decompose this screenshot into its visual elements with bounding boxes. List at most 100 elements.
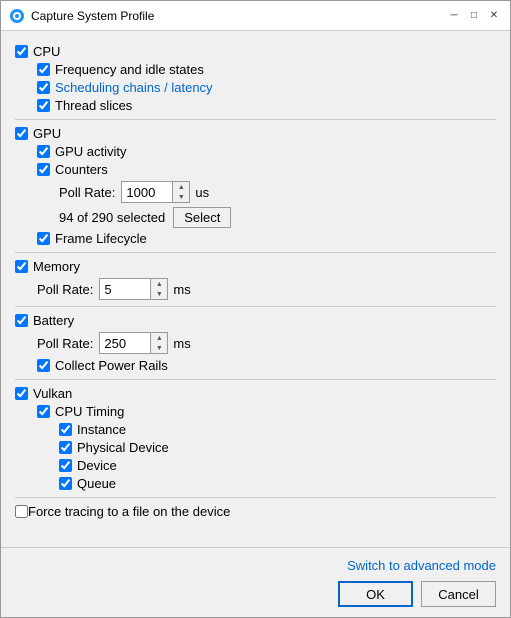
battery-poll-rate-label: Poll Rate: <box>37 336 93 351</box>
memory-poll-rate-down[interactable]: ▼ <box>151 289 167 299</box>
memory-section: Memory Poll Rate: ▲ ▼ ms <box>15 259 496 300</box>
vulkan-device-checkbox[interactable] <box>59 459 72 472</box>
footer-buttons: OK Cancel <box>15 581 496 607</box>
vulkan-cpu-timing-row: CPU Timing <box>37 404 496 419</box>
battery-power-label[interactable]: Collect Power Rails <box>55 358 168 373</box>
vulkan-phys-device-row: Physical Device <box>59 440 496 455</box>
memory-poll-rate-label: Poll Rate: <box>37 282 93 297</box>
cpu-children: Frequency and idle states Scheduling cha… <box>15 62 496 113</box>
gpu-poll-rate-input[interactable] <box>122 182 172 202</box>
cpu-checkbox[interactable] <box>15 45 28 58</box>
vulkan-cpu-timing-children: Instance Physical Device Device Queue <box>37 422 496 491</box>
memory-poll-rate-unit: ms <box>173 282 190 297</box>
gpu-frame-checkbox[interactable] <box>37 232 50 245</box>
gpu-section: GPU GPU activity Counters Poll Rate: <box>15 126 496 246</box>
content-area: CPU Frequency and idle states Scheduling… <box>1 31 510 547</box>
vulkan-cpu-timing-checkbox[interactable] <box>37 405 50 418</box>
gpu-activity-label[interactable]: GPU activity <box>55 144 127 159</box>
close-button[interactable]: ✕ <box>486 8 502 24</box>
battery-poll-rate-unit: ms <box>173 336 190 351</box>
vulkan-label[interactable]: Vulkan <box>33 386 72 401</box>
cpu-label[interactable]: CPU <box>33 44 60 59</box>
cpu-freq-checkbox[interactable] <box>37 63 50 76</box>
battery-poll-rate-row: Poll Rate: ▲ ▼ ms <box>37 332 496 354</box>
cpu-thread-row: Thread slices <box>37 98 496 113</box>
gpu-label[interactable]: GPU <box>33 126 61 141</box>
vulkan-instance-label[interactable]: Instance <box>77 422 126 437</box>
gpu-counters-checkbox[interactable] <box>37 163 50 176</box>
gpu-select-info-row: 94 of 290 selected Select <box>59 207 496 228</box>
gpu-frame-lifecycle-row: Frame Lifecycle <box>37 231 496 246</box>
battery-poll-rate-up[interactable]: ▲ <box>151 333 167 343</box>
switch-advanced-link[interactable]: Switch to advanced mode <box>347 558 496 573</box>
battery-label[interactable]: Battery <box>33 313 74 328</box>
memory-poll-rate-row: Poll Rate: ▲ ▼ ms <box>37 278 496 300</box>
gpu-poll-rate-arrows: ▲ ▼ <box>172 182 189 202</box>
gpu-activity-checkbox[interactable] <box>37 145 50 158</box>
gpu-children: GPU activity Counters Poll Rate: ▲ ▼ <box>15 144 496 246</box>
vulkan-instance-row: Instance <box>59 422 496 437</box>
window-title: Capture System Profile <box>31 9 446 23</box>
gpu-frame-label[interactable]: Frame Lifecycle <box>55 231 147 246</box>
minimize-button[interactable]: ─ <box>446 8 462 24</box>
vulkan-device-label[interactable]: Device <box>77 458 117 473</box>
vulkan-queue-checkbox[interactable] <box>59 477 72 490</box>
memory-poll-rate-container: Poll Rate: ▲ ▼ ms <box>15 278 496 300</box>
battery-checkbox-row: Battery <box>15 313 496 328</box>
footer-link-row: Switch to advanced mode <box>15 558 496 573</box>
vulkan-checkbox-row: Vulkan <box>15 386 496 401</box>
memory-label[interactable]: Memory <box>33 259 80 274</box>
main-window: Capture System Profile ─ □ ✕ CPU Frequen… <box>0 0 511 618</box>
force-tracing-row: Force tracing to a file on the device <box>15 504 496 519</box>
memory-poll-rate-up[interactable]: ▲ <box>151 279 167 289</box>
battery-poll-rate-down[interactable]: ▼ <box>151 343 167 353</box>
vulkan-cpu-timing-label[interactable]: CPU Timing <box>55 404 124 419</box>
force-tracing-checkbox[interactable] <box>15 505 28 518</box>
gpu-poll-rate-unit: us <box>195 185 209 200</box>
vulkan-device-row: Device <box>59 458 496 473</box>
gpu-counters-details: Poll Rate: ▲ ▼ us 94 of 290 selected Se <box>37 181 496 228</box>
gpu-poll-rate-row: Poll Rate: ▲ ▼ us <box>59 181 496 203</box>
vulkan-queue-label[interactable]: Queue <box>77 476 116 491</box>
gpu-checkbox-row: GPU <box>15 126 496 141</box>
footer: Switch to advanced mode OK Cancel <box>1 547 510 617</box>
vulkan-phys-device-label[interactable]: Physical Device <box>77 440 169 455</box>
gpu-poll-rate-up[interactable]: ▲ <box>173 182 189 192</box>
cpu-checkbox-row: CPU <box>15 44 496 59</box>
gpu-poll-rate-label: Poll Rate: <box>59 185 115 200</box>
memory-poll-rate-input[interactable] <box>100 279 150 299</box>
gpu-select-button[interactable]: Select <box>173 207 231 228</box>
battery-power-checkbox[interactable] <box>37 359 50 372</box>
vulkan-section: Vulkan CPU Timing Instance Physical Devi… <box>15 386 496 491</box>
battery-poll-rate-input[interactable] <box>100 333 150 353</box>
vulkan-queue-row: Queue <box>59 476 496 491</box>
battery-poll-rate-spinbox: ▲ ▼ <box>99 332 168 354</box>
cancel-button[interactable]: Cancel <box>421 581 496 607</box>
cpu-thread-checkbox[interactable] <box>37 99 50 112</box>
gpu-checkbox[interactable] <box>15 127 28 140</box>
cpu-freq-label[interactable]: Frequency and idle states <box>55 62 204 77</box>
cpu-sched-label[interactable]: Scheduling chains / latency <box>55 80 213 95</box>
vulkan-phys-device-checkbox[interactable] <box>59 441 72 454</box>
battery-section: Battery Poll Rate: ▲ ▼ ms Col <box>15 313 496 373</box>
gpu-selection-info: 94 of 290 selected <box>59 210 165 225</box>
cpu-thread-label[interactable]: Thread slices <box>55 98 132 113</box>
memory-checkbox[interactable] <box>15 260 28 273</box>
force-tracing-label[interactable]: Force tracing to a file on the device <box>28 504 230 519</box>
vulkan-checkbox[interactable] <box>15 387 28 400</box>
memory-checkbox-row: Memory <box>15 259 496 274</box>
battery-poll-rate-arrows: ▲ ▼ <box>150 333 167 353</box>
cpu-section: CPU Frequency and idle states Scheduling… <box>15 44 496 113</box>
gpu-counters-label[interactable]: Counters <box>55 162 108 177</box>
gpu-counters-row: Counters <box>37 162 496 177</box>
ok-button[interactable]: OK <box>338 581 413 607</box>
maximize-button[interactable]: □ <box>466 8 482 24</box>
window-controls: ─ □ ✕ <box>446 8 502 24</box>
cpu-sched-checkbox[interactable] <box>37 81 50 94</box>
window-icon <box>9 8 25 24</box>
cpu-freq-row: Frequency and idle states <box>37 62 496 77</box>
gpu-poll-rate-down[interactable]: ▼ <box>173 192 189 202</box>
battery-checkbox[interactable] <box>15 314 28 327</box>
vulkan-instance-checkbox[interactable] <box>59 423 72 436</box>
gpu-activity-row: GPU activity <box>37 144 496 159</box>
